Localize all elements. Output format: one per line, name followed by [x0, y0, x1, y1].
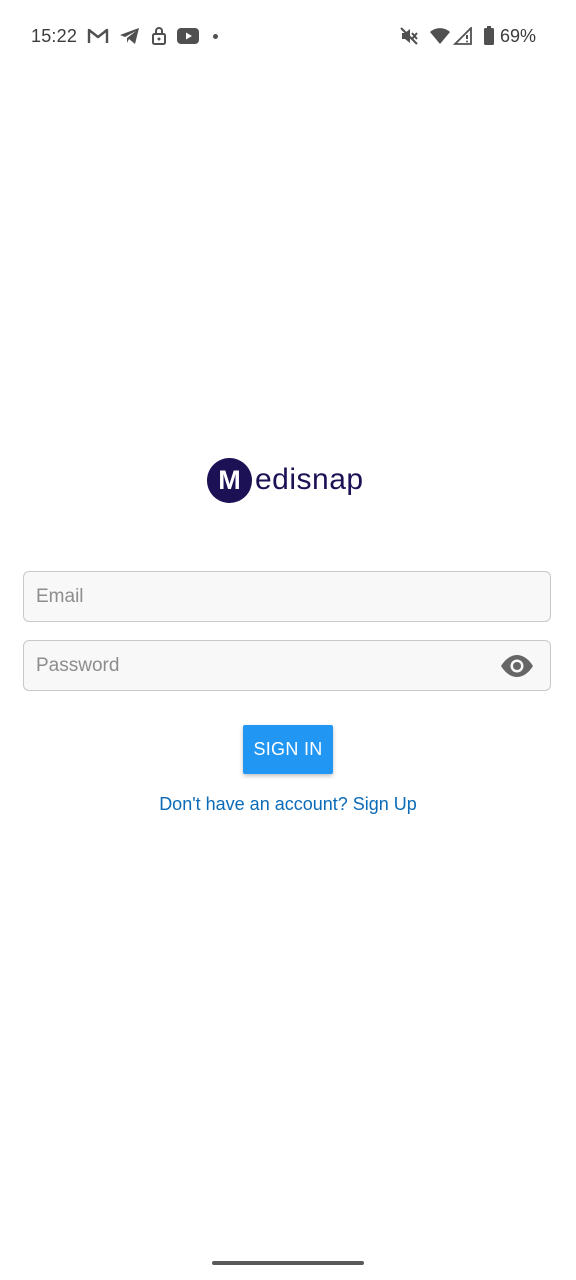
gmail-icon	[87, 27, 109, 45]
battery-icon	[483, 26, 495, 46]
email-input[interactable]	[24, 572, 550, 621]
eye-icon[interactable]	[500, 653, 534, 679]
telegram-icon	[119, 26, 141, 46]
password-field	[23, 640, 551, 691]
cell-signal-icon	[452, 27, 473, 45]
mute-icon	[399, 26, 419, 46]
email-field	[23, 571, 551, 622]
battery-percent: 69%	[499, 25, 536, 46]
youtube-icon	[177, 28, 200, 44]
status-left: 15:22	[31, 22, 219, 50]
lock-icon	[151, 26, 167, 46]
app-logo: M edisnap	[207, 457, 364, 503]
sign-in-button[interactable]: SIGN IN	[243, 725, 333, 774]
wifi-icon	[429, 27, 451, 45]
status-time: 15:22	[31, 25, 78, 46]
home-indicator[interactable]	[212, 1261, 364, 1265]
login-screen: 15:22 69% M edisnap Email SIGN IN Don't …	[0, 0, 576, 1280]
logo-wordmark: edisnap	[255, 463, 364, 496]
sign-up-link[interactable]: Don't have an account? Sign Up	[0, 794, 576, 815]
status-bar: 15:22 69%	[0, 0, 576, 72]
status-right: 69%	[389, 22, 536, 50]
password-input[interactable]	[24, 641, 550, 690]
more-dot-icon	[213, 33, 219, 39]
logo-badge: M	[207, 457, 252, 503]
